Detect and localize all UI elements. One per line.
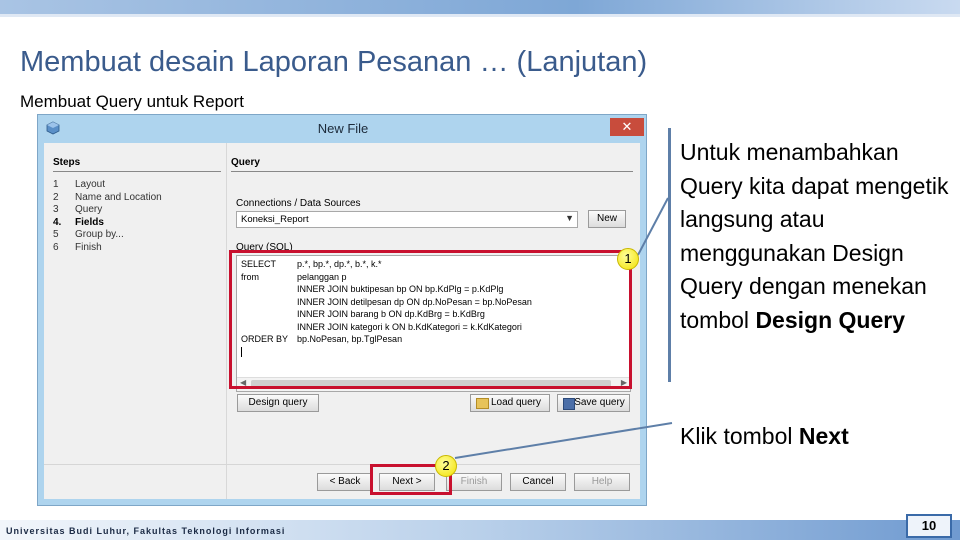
callout-marker-2: 2: [435, 455, 457, 477]
description-bold: Design Query: [755, 306, 905, 333]
description-next-bold: Next: [798, 423, 849, 449]
callout-line-2: [454, 422, 673, 459]
callout-marker-1: 1: [617, 248, 639, 270]
description-next-text: Klik tombol: [680, 423, 793, 449]
description-design-query: Untuk menambahkan Query kita dapat menge…: [680, 136, 950, 337]
description-next: Klik tombol Next: [680, 423, 849, 450]
callout-vertical-line: [668, 128, 671, 382]
callout-line-1: [637, 197, 669, 256]
page-number: 10: [906, 514, 952, 538]
footer-text: Universitas Budi Luhur, Fakultas Teknolo…: [6, 526, 286, 536]
description-text: Untuk menambahkan Query kita dapat menge…: [680, 139, 949, 333]
